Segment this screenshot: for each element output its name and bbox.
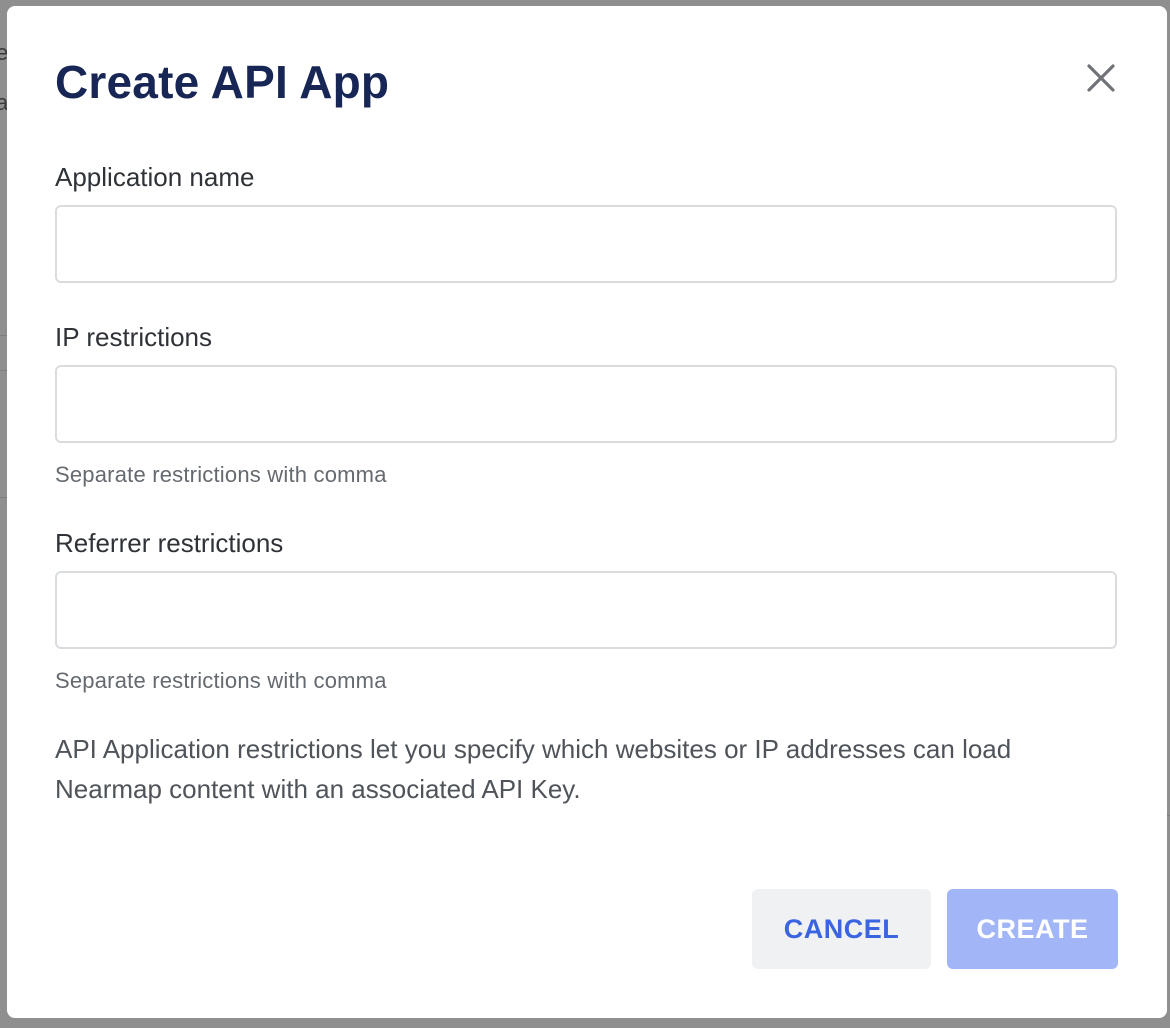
close-icon bbox=[1087, 64, 1115, 92]
create-api-app-dialog: Create API App Application name IP restr… bbox=[7, 6, 1167, 1018]
restrictions-description: API Application restrictions let you spe… bbox=[55, 734, 1012, 804]
application-name-label: Application name bbox=[55, 162, 255, 192]
cancel-button[interactable]: CANCEL bbox=[752, 889, 931, 969]
referrer-restrictions-helper: Separate restrictions with comma bbox=[55, 668, 387, 693]
ip-restrictions-label: IP restrictions bbox=[55, 322, 213, 352]
application-name-input[interactable] bbox=[55, 205, 1117, 283]
ip-restrictions-input[interactable] bbox=[55, 365, 1117, 443]
create-button[interactable]: CREATE bbox=[947, 889, 1118, 969]
ip-restrictions-helper: Separate restrictions with comma bbox=[55, 462, 387, 487]
dialog-title: Create API App bbox=[55, 56, 390, 108]
close-button[interactable] bbox=[1081, 58, 1121, 98]
referrer-restrictions-input[interactable] bbox=[55, 571, 1117, 649]
referrer-restrictions-label: Referrer restrictions bbox=[55, 528, 284, 558]
